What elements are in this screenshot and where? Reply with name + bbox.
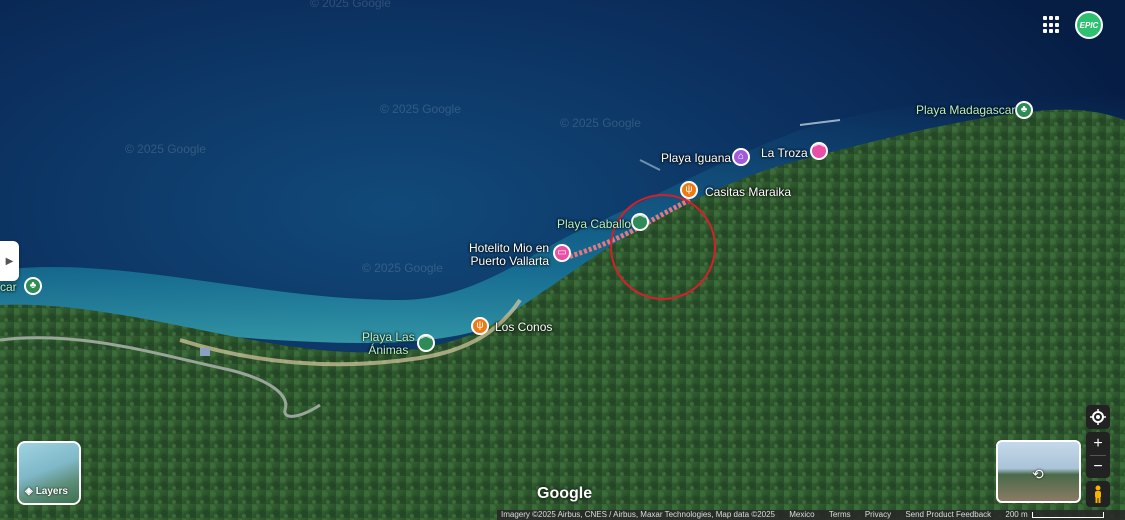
zoom-in-button[interactable]: +: [1086, 432, 1110, 455]
restaurant-pin-icon[interactable]: ψ: [680, 181, 698, 199]
watermark: © 2025 Google: [362, 261, 443, 275]
watermark: © 2025 Google: [125, 142, 206, 156]
apps-grid-icon[interactable]: [1043, 16, 1061, 34]
watermark: © 2025 Google: [310, 0, 391, 10]
place-label-hotelito-mio[interactable]: Hotelito Mio en Puerto Vallarta: [469, 242, 549, 268]
beach-pin-icon[interactable]: ♣: [24, 277, 42, 295]
beach-pin-icon[interactable]: ⌒: [810, 142, 828, 160]
layers-label: Layers: [35, 486, 68, 497]
scale-bar: [1031, 511, 1104, 518]
place-label-left-edge[interactable]: car: [0, 280, 17, 294]
zoom-control: + −: [1086, 432, 1110, 478]
pegman-icon: [1095, 485, 1101, 503]
feedback-link[interactable]: Send Product Feedback: [905, 510, 991, 520]
place-label-playa-las-animas[interactable]: Playa Las Ánimas: [362, 331, 415, 357]
chevron-right-icon: ▶: [5, 255, 14, 267]
layers-button[interactable]: ◈ Layers: [17, 441, 81, 505]
privacy-link[interactable]: Privacy: [865, 510, 891, 520]
google-logo: Google: [537, 485, 593, 502]
beach-pin-icon[interactable]: ♣: [1015, 101, 1033, 119]
imagery-attribution: Imagery ©2025 Airbus, CNES / Airbus, Max…: [501, 510, 776, 519]
country-link[interactable]: Mexico: [789, 510, 814, 520]
crosshair-icon: [1090, 409, 1106, 425]
place-label-playa-madagascar[interactable]: Playa Madagascar: [916, 103, 1015, 117]
place-label-playa-iguana[interactable]: Playa Iguana: [661, 151, 731, 165]
terms-link[interactable]: Terms: [829, 510, 851, 520]
place-label-la-troza[interactable]: La Troza: [761, 146, 808, 160]
my-location-button[interactable]: [1086, 405, 1110, 429]
pegman-button[interactable]: [1086, 481, 1110, 507]
place-label-playa-caballo[interactable]: Playa Caballo: [557, 217, 631, 231]
avatar[interactable]: EPIC: [1075, 11, 1103, 39]
watermark: © 2025 Google: [560, 116, 641, 130]
beach-pin-icon[interactable]: ⌒: [417, 334, 435, 352]
attribution-bar: Imagery ©2025 Airbus, CNES / Airbus, Max…: [497, 510, 1125, 520]
scale-label[interactable]: 200 m: [1005, 510, 1027, 520]
divider: [1090, 455, 1106, 456]
place-label-casitas-maraika[interactable]: Casitas Maraika: [705, 185, 791, 199]
zoom-out-button[interactable]: −: [1086, 455, 1110, 478]
beach-pin-icon[interactable]: ⌒: [631, 213, 649, 231]
street-view-thumbnail[interactable]: ⟲: [996, 440, 1081, 503]
hotel-pin-icon[interactable]: ▭: [553, 244, 571, 262]
layers-icon: ◈: [25, 486, 33, 497]
hotel-pin-icon[interactable]: ⌂: [732, 148, 750, 166]
rotate-360-icon: ⟲: [1032, 466, 1044, 482]
place-label-los-conos[interactable]: Los Conos: [495, 320, 552, 334]
watermark: © 2025 Google: [380, 102, 461, 116]
restaurant-pin-icon[interactable]: ψ: [471, 317, 489, 335]
expand-panel-button[interactable]: ▶: [0, 241, 19, 281]
